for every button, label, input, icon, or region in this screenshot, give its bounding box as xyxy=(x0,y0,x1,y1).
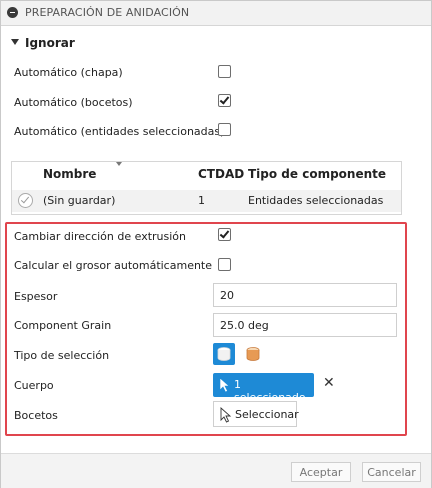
body-label: Cuerpo xyxy=(14,379,54,392)
dialog-title-bar[interactable]: PREPARACIÓN DE ANIDACIÓN xyxy=(1,1,431,26)
component-grain-input[interactable]: 25.0 deg xyxy=(213,313,397,337)
row-name: (Sin guardar) xyxy=(43,194,116,207)
cursor-arrow-icon xyxy=(219,377,230,393)
expand-triangle-icon[interactable] xyxy=(11,39,19,45)
selection-type-label: Tipo de selección xyxy=(14,349,110,362)
sort-arrow-icon[interactable] xyxy=(116,162,122,166)
extrude-direction-checkbox[interactable] xyxy=(218,228,231,241)
column-name-header[interactable]: Nombre xyxy=(43,167,96,181)
dialog-title: PREPARACIÓN DE ANIDACIÓN xyxy=(25,6,190,19)
auto-thickness-label: Calcular el grosor automáticamente xyxy=(14,259,213,272)
auto-sketches-checkbox[interactable] xyxy=(218,94,231,107)
clear-selection-close-icon[interactable]: ✕ xyxy=(323,376,335,390)
column-qty-header[interactable]: CTDAD xyxy=(198,167,244,181)
auto-sheet-label: Automático (chapa) xyxy=(14,66,123,79)
cursor-arrow-icon xyxy=(220,407,232,423)
check-circle-icon xyxy=(18,193,33,208)
auto-sketches-label: Automático (bocetos) xyxy=(14,96,133,109)
auto-selected-entities-checkbox[interactable] xyxy=(218,123,231,136)
dialog-footer: Aceptar Cancelar xyxy=(1,453,431,488)
extrude-direction-label: Cambiar dirección de extrusión xyxy=(14,230,186,243)
component-grain-label: Component Grain xyxy=(14,319,112,332)
row-qty: 1 xyxy=(198,194,205,207)
thickness-label: Espesor xyxy=(14,290,58,303)
section-title: Ignorar xyxy=(25,36,75,50)
accept-button[interactable]: Aceptar xyxy=(291,462,351,482)
table-row[interactable]: (Sin guardar) 1 Entidades seleccionadas xyxy=(12,190,401,212)
component-select-icon[interactable] xyxy=(242,343,264,365)
body-selected-button[interactable]: 1 seleccionado xyxy=(213,373,314,404)
collapse-icon[interactable] xyxy=(7,7,18,18)
auto-selected-entities-label: Automático (entidades seleccionadas) xyxy=(14,125,225,138)
row-type: Entidades seleccionadas xyxy=(248,194,384,207)
sketches-select-button[interactable]: Seleccionar xyxy=(213,401,299,427)
table-header: Nombre CTDAD Tipo de componente xyxy=(12,162,401,186)
component-table: Nombre CTDAD Tipo de componente (Sin gua… xyxy=(11,161,402,215)
cancel-button[interactable]: Cancelar xyxy=(362,462,421,482)
sketches-select-text: Seleccionar xyxy=(235,408,299,421)
auto-thickness-checkbox[interactable] xyxy=(218,258,231,271)
thickness-input[interactable]: 20 xyxy=(213,283,397,307)
body-select-icon[interactable] xyxy=(213,343,235,365)
nesting-dialog: PREPARACIÓN DE ANIDACIÓN Ignorar Automát… xyxy=(0,0,432,488)
column-type-header[interactable]: Tipo de componente xyxy=(248,167,386,181)
auto-sheet-checkbox[interactable] xyxy=(218,65,231,78)
sketches-label: Bocetos xyxy=(14,409,58,422)
